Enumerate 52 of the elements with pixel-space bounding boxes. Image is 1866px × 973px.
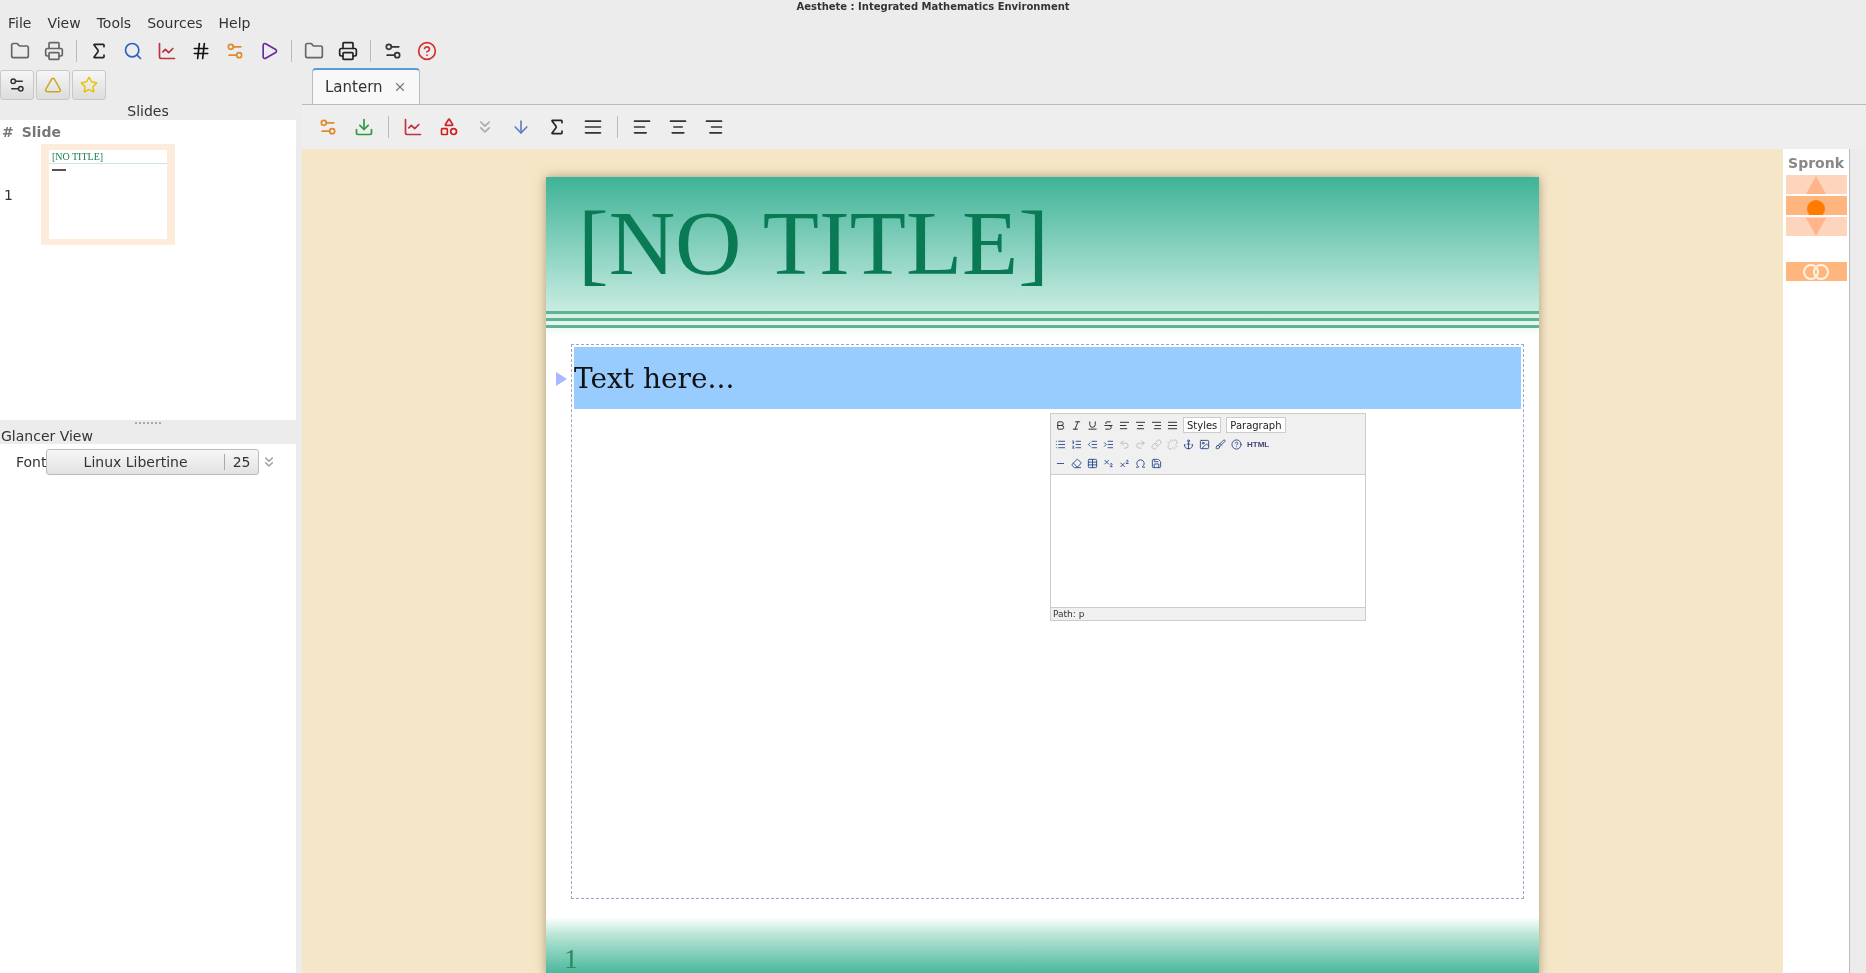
page-number: 1	[564, 943, 578, 973]
html-button[interactable]: HTML	[1247, 439, 1270, 449]
sliders-icon	[8, 76, 26, 94]
printer-icon[interactable]	[336, 39, 360, 63]
format-icon[interactable]	[1087, 438, 1098, 450]
format-icon[interactable]	[1151, 457, 1162, 469]
slide-thumbnail[interactable]: [NO TITLE]	[40, 144, 175, 245]
format-icon[interactable]	[1119, 419, 1130, 431]
font-label: Font	[16, 454, 47, 470]
thumbnail-title: [NO TITLE]	[48, 150, 167, 164]
menu-item[interactable]: Sources	[141, 15, 209, 31]
slide-title: [NO TITLE]	[578, 197, 1049, 289]
format-icon[interactable]	[1103, 438, 1114, 450]
column-header: #	[2, 124, 14, 140]
controls-button[interactable]	[0, 70, 34, 100]
star-icon	[80, 76, 98, 94]
rings-icon	[1801, 262, 1831, 281]
format-icon[interactable]	[1135, 457, 1146, 469]
triangle-up-icon	[1806, 175, 1826, 194]
slide-body-text[interactable]: Text here...	[574, 361, 735, 395]
format-icon[interactable]	[1135, 419, 1146, 431]
format-icon[interactable]	[1103, 419, 1114, 431]
format-icon[interactable]	[1055, 419, 1066, 431]
column-header: Slide	[21, 124, 61, 140]
dot-button[interactable]	[1785, 196, 1847, 215]
panel-title: Glancer View	[0, 428, 94, 444]
tab[interactable]: Lantern	[312, 68, 420, 104]
format-icon[interactable]	[1151, 419, 1162, 431]
triangle-icon	[44, 76, 62, 94]
font-button[interactable]: Linux Libertine 25	[46, 449, 260, 475]
sidebar-title: Spronk	[1788, 155, 1844, 171]
panel-title: Slides	[126, 102, 170, 120]
format-icon[interactable]	[1071, 457, 1082, 469]
format-icon[interactable]	[1087, 457, 1098, 469]
triangle-down-icon	[1806, 217, 1826, 236]
styles-dropdown[interactable]: Styles	[1183, 417, 1222, 433]
editor-path: Path: p	[1051, 607, 1365, 620]
format-icon[interactable]	[1055, 438, 1066, 450]
format-icon[interactable]	[1087, 419, 1098, 431]
menu-item[interactable]: View	[41, 15, 87, 31]
format-icon[interactable]	[1167, 419, 1178, 431]
format-dropdown[interactable]: Paragraph	[1226, 417, 1286, 433]
menu-item[interactable]: Tools	[90, 15, 138, 31]
format-icon[interactable]	[1183, 438, 1194, 450]
format-icon[interactable]	[1071, 438, 1082, 450]
menu-item[interactable]: File	[2, 15, 38, 31]
slide-number: 1	[4, 186, 13, 203]
format-icon[interactable]	[1071, 419, 1082, 431]
format-icon[interactable]	[1199, 438, 1210, 450]
menu-item[interactable]: Help	[212, 15, 257, 31]
window-title: Aesthete : Integrated Mathematics Environment	[796, 1, 1070, 12]
format-icon[interactable]	[1215, 438, 1226, 450]
